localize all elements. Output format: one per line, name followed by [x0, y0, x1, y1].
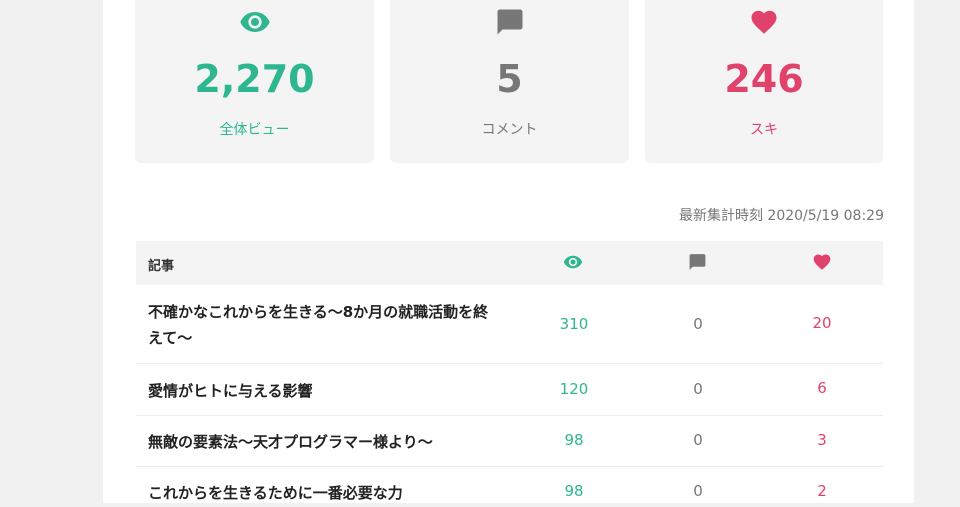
comments-column-comment-icon: [688, 252, 707, 276]
table-row[interactable]: 無敵の要素法〜天才プログラマー様より〜 98 0 3: [136, 416, 883, 467]
articles-table: 記事 不確かなこれからを生きる〜8か月の就職活動を終えて〜 310 0 20 愛…: [136, 241, 883, 507]
views-column-eye-icon: [563, 252, 583, 276]
likes-card: 246 スキ: [645, 0, 883, 163]
heart-icon: [749, 6, 779, 42]
article-comments: 0: [693, 380, 703, 398]
article-title-link[interactable]: これからを生きるために一番必要な力: [148, 480, 503, 506]
eye-icon: [239, 6, 271, 42]
views-card: 2,270 全体ビュー: [135, 0, 374, 163]
article-views: 98: [564, 482, 584, 500]
article-title-link[interactable]: 不確かなこれからを生きる〜8か月の就職活動を終えて〜: [148, 299, 503, 351]
comments-card: 5 コメント: [390, 0, 629, 163]
total-views-value: 2,270: [194, 57, 315, 101]
total-likes-label: スキ: [750, 122, 778, 138]
last-updated-timestamp: 最新集計時刻 2020/5/19 08:29: [678, 208, 884, 224]
article-title-link[interactable]: 無敵の要素法〜天才プログラマー様より〜: [148, 429, 503, 455]
stats-panel: 2,270 全体ビュー 5 コメント 246 スキ 最新集計時刻 2020/5/…: [103, 0, 914, 503]
article-views: 98: [564, 431, 584, 449]
article-comments: 0: [693, 431, 703, 449]
table-row[interactable]: 不確かなこれからを生きる〜8か月の就職活動を終えて〜 310 0 20: [136, 285, 883, 364]
total-views-label: 全体ビュー: [219, 122, 290, 138]
table-header: 記事: [136, 241, 883, 285]
article-likes: 2: [817, 482, 827, 500]
article-views: 310: [559, 315, 589, 333]
total-comments-value: 5: [496, 57, 523, 101]
article-comments: 0: [693, 315, 703, 333]
table-row[interactable]: 愛情がヒトに与える影響 120 0 6: [136, 364, 883, 416]
table-row[interactable]: これからを生きるために一番必要な力 98 0 2: [136, 467, 883, 507]
likes-column-heart-icon: [812, 252, 832, 276]
article-likes: 20: [812, 314, 832, 332]
article-likes: 6: [817, 379, 827, 397]
total-comments-label: コメント: [481, 122, 538, 138]
article-title-link[interactable]: 愛情がヒトに与える影響: [148, 378, 503, 404]
total-likes-value: 246: [724, 57, 804, 101]
article-views: 120: [559, 380, 589, 398]
comment-icon: [495, 6, 525, 42]
column-header-article: 記事: [148, 259, 175, 274]
article-comments: 0: [693, 482, 703, 500]
article-likes: 3: [817, 431, 827, 449]
